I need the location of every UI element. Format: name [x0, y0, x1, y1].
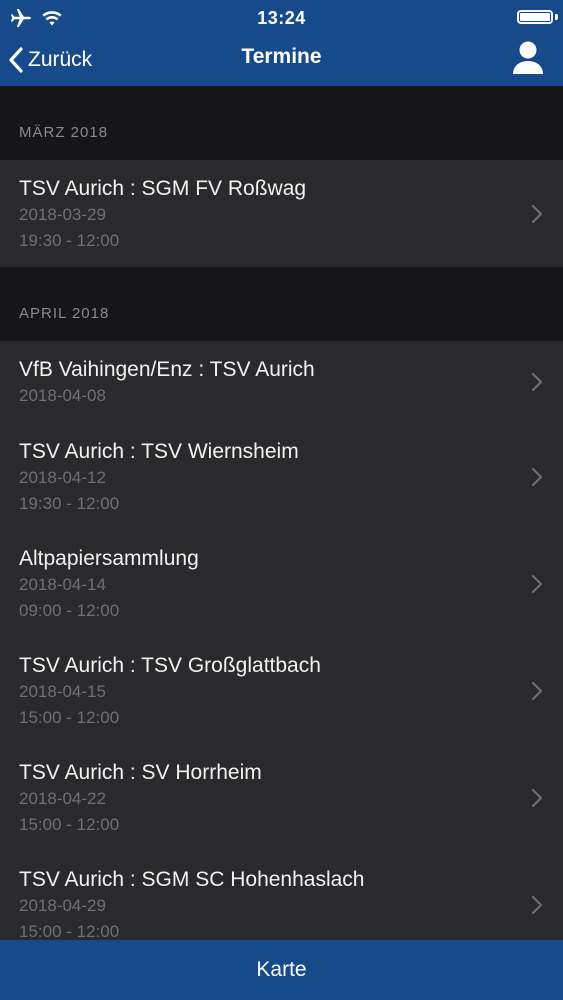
navigation-bar: Zurück Termine — [0, 36, 563, 86]
event-title: TSV Aurich : TSV Großglattbach — [19, 654, 321, 677]
user-icon — [513, 41, 543, 74]
event-row[interactable]: Altpapiersammlung 2018-04-14 09:00 - 12:… — [0, 530, 563, 637]
screen: 13:24 Zurück Termine MÄRZ 2018 TSV Auric… — [0, 0, 563, 1000]
chevron-right-icon — [531, 681, 543, 700]
event-time: 15:00 - 12:00 — [19, 708, 120, 727]
event-time: 19:30 - 12:00 — [19, 231, 120, 250]
event-row[interactable]: TSV Aurich : TSV Großglattbach 2018-04-1… — [0, 637, 563, 744]
event-row[interactable]: TSV Aurich : SGM SC Hohenhaslach 2018-04… — [0, 851, 563, 940]
section-header-march: MÄRZ 2018 — [0, 86, 563, 160]
chevron-right-icon — [531, 372, 543, 392]
status-bar: 13:24 — [0, 0, 563, 36]
event-time: 15:00 - 12:00 — [19, 815, 120, 834]
profile-button[interactable] — [511, 40, 545, 76]
event-title: TSV Aurich : TSV Wiernsheim — [19, 440, 299, 463]
event-date: 2018-03-29 — [19, 205, 106, 224]
event-title: Altpapiersammlung — [19, 547, 199, 570]
event-time: 19:30 - 12:00 — [19, 494, 120, 513]
chevron-right-icon — [531, 204, 543, 223]
top-bar: 13:24 Zurück Termine — [0, 0, 563, 86]
event-title: VfB Vaihingen/Enz : TSV Aurich — [19, 358, 315, 381]
event-date: 2018-04-08 — [19, 386, 106, 405]
event-time: 15:00 - 12:00 — [19, 922, 120, 940]
event-time: 09:00 - 12:00 — [19, 601, 120, 620]
chevron-right-icon — [531, 788, 543, 807]
event-date: 2018-04-15 — [19, 682, 106, 701]
event-row[interactable]: VfB Vaihingen/Enz : TSV Aurich 2018-04-0… — [0, 341, 563, 423]
event-row[interactable]: TSV Aurich : TSV Wiernsheim 2018-04-12 1… — [0, 423, 563, 530]
page-title: Termine — [241, 45, 322, 68]
map-button[interactable]: Karte — [0, 940, 563, 1000]
battery-level — [520, 13, 550, 21]
battery-icon — [517, 10, 553, 24]
status-time: 13:24 — [257, 8, 306, 28]
event-date: 2018-04-14 — [19, 575, 106, 594]
event-title: TSV Aurich : SV Horrheim — [19, 761, 262, 784]
event-date: 2018-04-12 — [19, 468, 106, 487]
chevron-right-icon — [531, 895, 543, 914]
event-row[interactable]: TSV Aurich : SV Horrheim 2018-04-22 15:0… — [0, 744, 563, 851]
event-title: TSV Aurich : SGM FV Roßwag — [19, 177, 307, 200]
battery-tip — [555, 14, 558, 20]
map-button-label: Karte — [256, 958, 307, 981]
event-title: TSV Aurich : SGM SC Hohenhaslach — [19, 868, 365, 891]
event-date: 2018-04-29 — [19, 896, 106, 915]
chevron-right-icon — [531, 467, 543, 486]
events-list[interactable]: MÄRZ 2018 TSV Aurich : SGM FV Roßwag 201… — [0, 86, 563, 940]
section-header-april: APRIL 2018 — [0, 267, 563, 341]
event-date: 2018-04-22 — [19, 789, 106, 808]
chevron-right-icon — [531, 574, 543, 593]
event-row[interactable]: TSV Aurich : SGM FV Roßwag 2018-03-29 19… — [0, 160, 563, 267]
